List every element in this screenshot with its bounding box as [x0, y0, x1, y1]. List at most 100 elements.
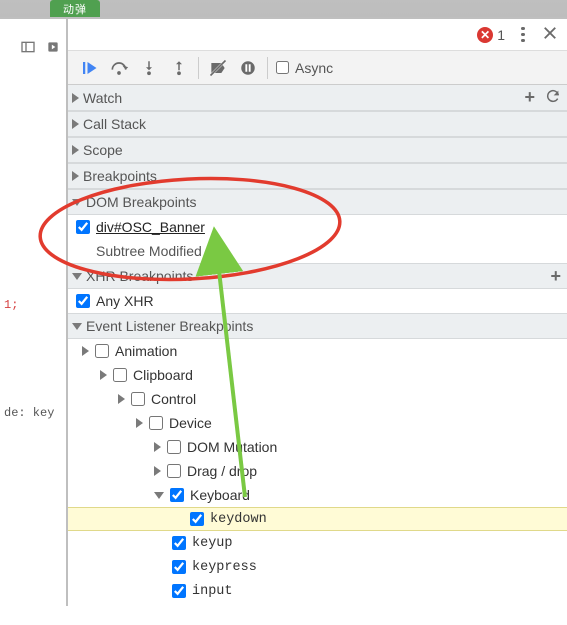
- async-checkbox-input[interactable]: [276, 61, 289, 74]
- expand-icon: [154, 442, 161, 452]
- section-label: Watch: [83, 90, 122, 106]
- expand-icon: [82, 346, 89, 356]
- devtools-topbar: ✕ 1: [68, 19, 567, 51]
- expand-icon: [100, 370, 107, 380]
- step-over-icon[interactable]: [104, 53, 134, 83]
- dom-breakpoint-target[interactable]: div#OSC_Banner: [96, 219, 205, 235]
- async-label: Async: [295, 60, 333, 76]
- dom-breakpoint-row[interactable]: div#OSC_Banner: [68, 215, 567, 239]
- toolbar-separator: [198, 57, 199, 79]
- step-out-icon[interactable]: [164, 53, 194, 83]
- expand-icon: [72, 171, 79, 181]
- pause-on-exceptions-icon[interactable]: [233, 53, 263, 83]
- expand-icon: [136, 418, 143, 428]
- event-checkbox[interactable]: [172, 584, 186, 598]
- kebab-menu-icon[interactable]: [515, 27, 531, 43]
- event-keyup[interactable]: keyup: [68, 531, 567, 555]
- category-label: Clipboard: [133, 367, 193, 383]
- any-xhr-label: Any XHR: [96, 293, 154, 309]
- category-checkbox[interactable]: [170, 488, 184, 502]
- event-category-keyboard[interactable]: Keyboard: [68, 483, 567, 507]
- category-checkbox[interactable]: [95, 344, 109, 358]
- async-checkbox[interactable]: Async: [276, 60, 333, 76]
- debug-toolbar: Async: [68, 51, 567, 85]
- collapse-icon: [72, 323, 82, 330]
- section-label: Call Stack: [83, 116, 146, 132]
- category-label: DOM Mutation: [187, 439, 277, 455]
- event-keypress[interactable]: keypress: [68, 555, 567, 579]
- refresh-icon[interactable]: [545, 88, 561, 107]
- code-fragment-2: de: key: [4, 405, 66, 421]
- category-checkbox[interactable]: [113, 368, 127, 382]
- source-panel-strip: 1; de: key: [0, 19, 68, 606]
- dom-breakpoint-checkbox[interactable]: [76, 220, 90, 234]
- close-devtools-icon[interactable]: [541, 24, 559, 45]
- event-checkbox[interactable]: [190, 512, 204, 526]
- section-label: XHR Breakpoints: [86, 268, 193, 284]
- category-label: Drag / drop: [187, 463, 257, 479]
- any-xhr-row[interactable]: Any XHR: [68, 289, 567, 313]
- category-label: Control: [151, 391, 196, 407]
- event-category-clipboard[interactable]: Clipboard: [68, 363, 567, 387]
- expand-icon: [154, 466, 161, 476]
- browser-tab[interactable]: 动弹: [50, 0, 100, 17]
- event-keydown[interactable]: keydown: [68, 507, 567, 531]
- collapse-icon: [154, 492, 164, 499]
- step-into-icon[interactable]: [134, 53, 164, 83]
- category-label: Device: [169, 415, 212, 431]
- category-checkbox[interactable]: [131, 392, 145, 406]
- event-input[interactable]: input: [68, 579, 567, 603]
- error-badge[interactable]: ✕ 1: [477, 27, 505, 43]
- section-scope[interactable]: Scope: [68, 137, 567, 163]
- event-category-animation[interactable]: Animation: [68, 339, 567, 363]
- event-label: keydown: [210, 512, 267, 527]
- event-category-device[interactable]: Device: [68, 411, 567, 435]
- event-label: keypress: [192, 560, 257, 575]
- resume-icon[interactable]: [74, 53, 104, 83]
- show-navigator-icon[interactable]: [18, 37, 37, 56]
- window-tabbar: 动弹: [0, 0, 567, 17]
- error-count: 1: [497, 27, 505, 43]
- expand-icon: [72, 145, 79, 155]
- section-callstack[interactable]: Call Stack: [68, 111, 567, 137]
- expand-icon: [72, 119, 79, 129]
- event-label: keyup: [192, 536, 233, 551]
- debugger-sidebar: ✕ 1: [68, 19, 567, 606]
- event-category-drag-drop[interactable]: Drag / drop: [68, 459, 567, 483]
- section-breakpoints[interactable]: Breakpoints: [68, 163, 567, 189]
- devtools-main: 1; de: key ✕ 1: [0, 17, 567, 606]
- dom-breakpoint-type: Subtree Modified: [68, 239, 567, 263]
- category-checkbox[interactable]: [167, 440, 181, 454]
- play-script-icon[interactable]: [43, 37, 62, 56]
- event-checkbox[interactable]: [172, 536, 186, 550]
- section-label: Event Listener Breakpoints: [86, 318, 253, 334]
- section-dom-breakpoints[interactable]: DOM Breakpoints: [68, 189, 567, 215]
- section-label: DOM Breakpoints: [86, 194, 196, 210]
- code-fragment-1: 1;: [4, 297, 66, 313]
- add-xhr-breakpoint-icon[interactable]: +: [550, 266, 561, 287]
- category-checkbox[interactable]: [167, 464, 181, 478]
- event-category-dom-mutation[interactable]: DOM Mutation: [68, 435, 567, 459]
- toolbar-separator: [267, 57, 268, 79]
- category-label: Keyboard: [190, 487, 250, 503]
- event-label: input: [192, 584, 233, 599]
- any-xhr-checkbox[interactable]: [76, 294, 90, 308]
- event-checkbox[interactable]: [172, 560, 186, 574]
- collapse-icon: [72, 199, 82, 206]
- section-xhr-breakpoints[interactable]: XHR Breakpoints +: [68, 263, 567, 289]
- section-event-listener-breakpoints[interactable]: Event Listener Breakpoints: [68, 313, 567, 339]
- section-label: Breakpoints: [83, 168, 157, 184]
- section-watch[interactable]: Watch +: [68, 85, 567, 111]
- error-icon: ✕: [477, 27, 493, 43]
- section-label: Scope: [83, 142, 123, 158]
- source-mini-toolbar: [0, 23, 66, 71]
- deactivate-breakpoints-icon[interactable]: [203, 53, 233, 83]
- add-watch-icon[interactable]: +: [524, 87, 535, 108]
- collapse-icon: [72, 273, 82, 280]
- truncated-source-code: 1; de: key: [0, 71, 66, 453]
- sidebar-sections: Watch + Call Stack Scope Breakpoints: [68, 85, 567, 606]
- category-label: Animation: [115, 343, 177, 359]
- category-checkbox[interactable]: [149, 416, 163, 430]
- expand-icon: [118, 394, 125, 404]
- event-category-control[interactable]: Control: [68, 387, 567, 411]
